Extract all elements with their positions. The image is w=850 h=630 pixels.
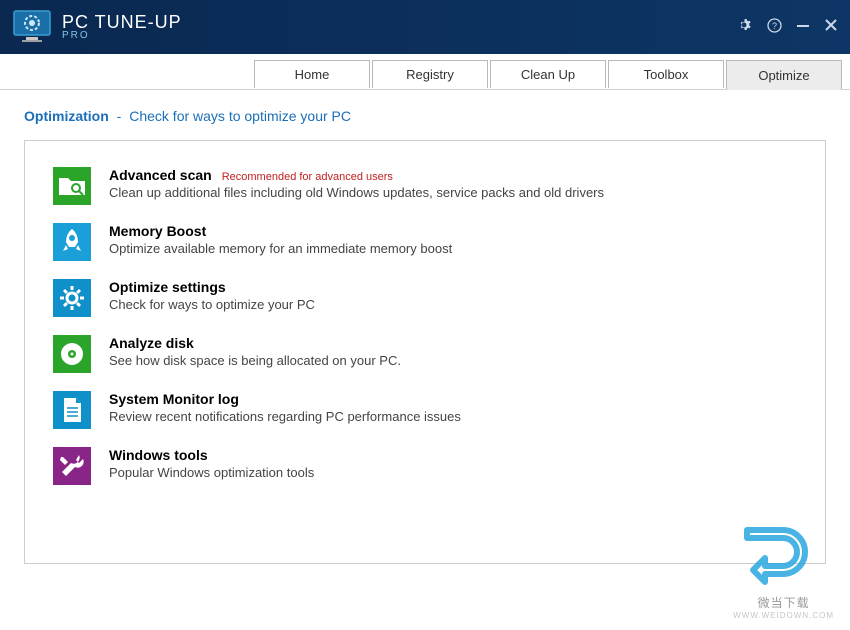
- item-windows-tools[interactable]: Windows tools Popular Windows optimizati…: [53, 447, 797, 485]
- item-desc: Review recent notifications regarding PC…: [109, 409, 461, 424]
- watermark-sub: WWW.WEIDOWN.COM: [733, 611, 834, 620]
- minimize-icon[interactable]: [796, 18, 810, 36]
- item-text: System Monitor log Review recent notific…: [109, 391, 461, 429]
- separator: -: [117, 108, 122, 124]
- page-description: Check for ways to optimize your PC: [129, 108, 351, 124]
- tab-cleanup[interactable]: Clean Up: [490, 60, 606, 88]
- settings-icon[interactable]: [737, 17, 753, 37]
- item-desc: Check for ways to optimize your PC: [109, 297, 315, 312]
- item-text: Memory Boost Optimize available memory f…: [109, 223, 452, 261]
- tab-bar: Home Registry Clean Up Toolbox Optimize: [0, 54, 850, 90]
- rocket-icon: [53, 223, 91, 261]
- item-title: Windows tools: [109, 447, 314, 463]
- watermark-text: 微当下载: [733, 594, 834, 611]
- document-icon: [53, 391, 91, 429]
- item-optimize-settings[interactable]: Optimize settings Check for ways to opti…: [53, 279, 797, 317]
- item-text: Optimize settings Check for ways to opti…: [109, 279, 315, 317]
- app-header: PC TUNE-UP PRO ?: [0, 0, 850, 54]
- tab-toolbox[interactable]: Toolbox: [608, 60, 724, 88]
- item-title: Memory Boost: [109, 223, 452, 239]
- app-logo-icon: [12, 9, 52, 45]
- tools-icon: [53, 447, 91, 485]
- item-text: Analyze disk See how disk space is being…: [109, 335, 401, 373]
- options-panel: Advanced scanRecommended for advanced us…: [24, 140, 826, 564]
- svg-text:?: ?: [772, 21, 777, 31]
- item-text: Windows tools Popular Windows optimizati…: [109, 447, 314, 485]
- item-title: Analyze disk: [109, 335, 401, 351]
- close-icon[interactable]: [824, 17, 838, 37]
- help-icon[interactable]: ?: [767, 18, 782, 37]
- item-desc: Clean up additional files including old …: [109, 185, 604, 200]
- item-desc: Popular Windows optimization tools: [109, 465, 314, 480]
- page-title: Optimization: [24, 108, 109, 124]
- item-desc: See how disk space is being allocated on…: [109, 353, 401, 368]
- item-desc: Optimize available memory for an immedia…: [109, 241, 452, 256]
- item-memory-boost[interactable]: Memory Boost Optimize available memory f…: [53, 223, 797, 261]
- tab-registry[interactable]: Registry: [372, 60, 488, 88]
- brand-subtitle: PRO: [62, 31, 182, 41]
- brand: PC TUNE-UP PRO: [62, 13, 182, 41]
- item-title: Optimize settings: [109, 279, 315, 295]
- item-title: System Monitor log: [109, 391, 461, 407]
- tab-home[interactable]: Home: [254, 60, 370, 88]
- brand-title: PC TUNE-UP: [62, 13, 182, 31]
- item-text: Advanced scanRecommended for advanced us…: [109, 167, 604, 205]
- item-analyze-disk[interactable]: Analyze disk See how disk space is being…: [53, 335, 797, 373]
- item-title: Advanced scanRecommended for advanced us…: [109, 167, 604, 183]
- folder-search-icon: [53, 167, 91, 205]
- item-note: Recommended for advanced users: [222, 171, 393, 183]
- item-system-monitor-log[interactable]: System Monitor log Review recent notific…: [53, 391, 797, 429]
- window-controls: ?: [737, 17, 838, 37]
- tab-optimize[interactable]: Optimize: [726, 60, 842, 90]
- page-subheader: Optimization - Check for ways to optimiz…: [0, 90, 850, 140]
- watermark: 微当下载 WWW.WEIDOWN.COM: [733, 520, 834, 620]
- item-advanced-scan[interactable]: Advanced scanRecommended for advanced us…: [53, 167, 797, 205]
- logo-area: PC TUNE-UP PRO: [12, 9, 182, 45]
- gear-icon: [53, 279, 91, 317]
- disk-icon: [53, 335, 91, 373]
